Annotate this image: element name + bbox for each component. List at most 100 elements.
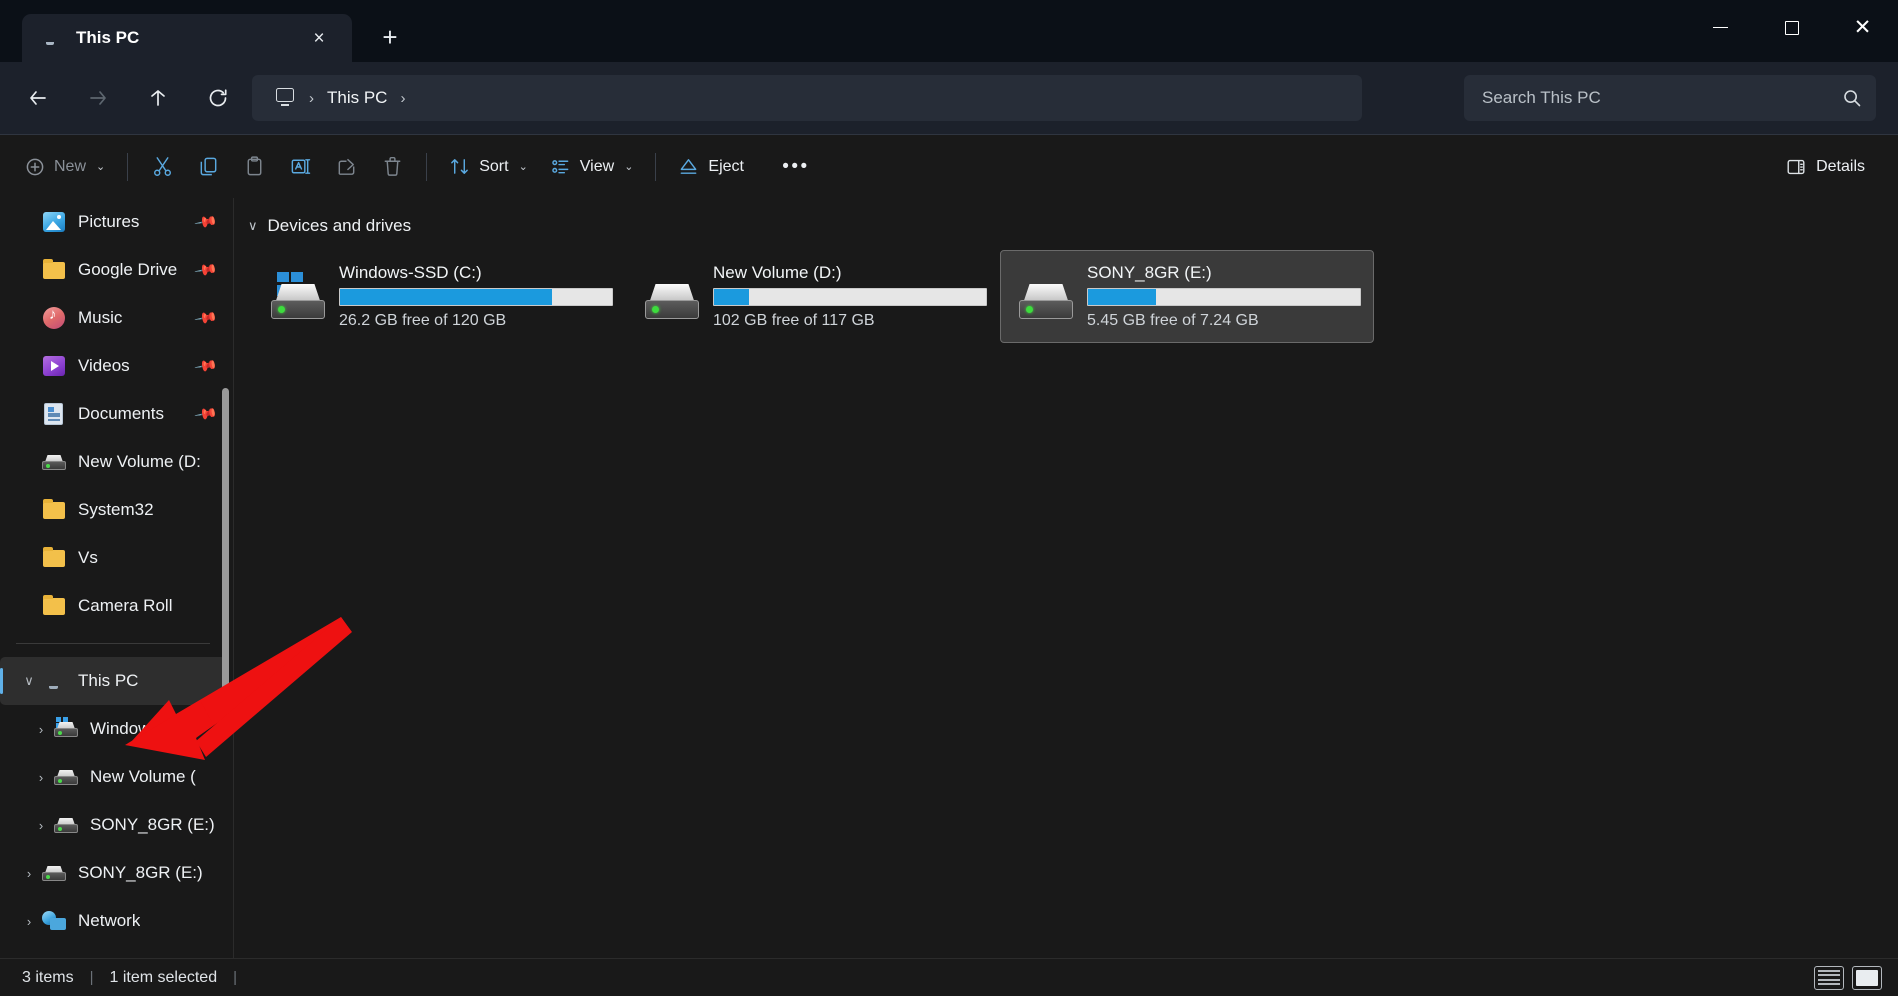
sidebar-item-label: SONY_8GR (E:) bbox=[78, 863, 203, 882]
sidebar-item-this-pc[interactable]: ∨ This PC bbox=[0, 657, 226, 705]
copy-button[interactable] bbox=[185, 145, 231, 189]
sidebar-item-network[interactable]: › Network bbox=[0, 897, 226, 945]
sidebar-item-label: System32 bbox=[78, 500, 154, 519]
share-button[interactable] bbox=[323, 145, 369, 189]
tab-this-pc[interactable]: This PC × bbox=[22, 14, 352, 62]
windows-drive-icon bbox=[54, 717, 78, 741]
forward-button[interactable] bbox=[74, 74, 122, 122]
sidebar-item-label: This PC bbox=[78, 671, 139, 690]
address-bar[interactable]: › This PC › bbox=[252, 75, 1362, 121]
sidebar-item-windows-ssd[interactable]: › Windows-SSD bbox=[0, 705, 226, 753]
twisty-icon: › bbox=[16, 503, 42, 518]
twisty-icon: › bbox=[16, 263, 42, 278]
windows-drive-icon bbox=[267, 271, 329, 320]
breadcrumb-root[interactable] bbox=[266, 80, 305, 116]
pin-icon: 📌 bbox=[193, 306, 219, 331]
sidebar-item-documents[interactable]: › Documents 📌 bbox=[0, 390, 226, 438]
pin-icon: 📌 bbox=[193, 210, 219, 235]
twisty-icon: › bbox=[16, 455, 42, 470]
folder-icon bbox=[42, 594, 66, 618]
chevron-right-icon[interactable]: › bbox=[28, 818, 54, 833]
view-label: View bbox=[579, 157, 615, 175]
search-placeholder: Search This PC bbox=[1482, 88, 1601, 107]
more-options-button[interactable]: ••• bbox=[773, 145, 819, 189]
drive-icon bbox=[1015, 274, 1077, 320]
drive-name: New Volume (D:) bbox=[713, 263, 842, 282]
details-pane-button[interactable]: Details bbox=[1774, 145, 1876, 189]
view-button[interactable]: View ⌄ bbox=[539, 145, 645, 189]
title-bar: This PC × + ✕ bbox=[0, 0, 1898, 62]
chevron-right-icon[interactable]: › bbox=[28, 722, 54, 737]
sidebar-item-new-volume-tree[interactable]: › New Volume ( bbox=[0, 753, 226, 801]
drive-tile-new-volume[interactable]: New Volume (D:) 102 GB free of 117 GB bbox=[626, 250, 1000, 343]
toolbar-right-group: Details bbox=[1774, 145, 1876, 189]
maximize-button[interactable] bbox=[1756, 0, 1827, 55]
capacity-bar bbox=[1087, 288, 1361, 306]
drive-capacity-text: 26.2 GB free of 120 GB bbox=[339, 312, 507, 329]
close-window-button[interactable]: ✕ bbox=[1827, 0, 1898, 55]
drive-tile-sony-8gr[interactable]: SONY_8GR (E:) 5.45 GB free of 7.24 GB bbox=[1000, 250, 1374, 343]
drive-tile-windows-ssd[interactable]: Windows-SSD (C:) 26.2 GB free of 120 GB bbox=[252, 250, 626, 343]
search-icon[interactable] bbox=[1842, 88, 1862, 108]
paste-button[interactable] bbox=[231, 145, 277, 189]
cut-button[interactable] bbox=[139, 145, 185, 189]
chevron-down-icon[interactable]: ∨ bbox=[16, 673, 42, 689]
sort-button[interactable]: Sort ⌄ bbox=[438, 145, 539, 189]
capacity-bar bbox=[339, 288, 613, 306]
devices-group-header[interactable]: ∨ Devices and drives bbox=[234, 198, 1898, 242]
chevron-right-icon[interactable]: › bbox=[28, 770, 54, 785]
sidebar-item-videos[interactable]: › Videos 📌 bbox=[0, 342, 226, 390]
search-input[interactable]: Search This PC bbox=[1464, 75, 1876, 121]
back-button[interactable] bbox=[14, 74, 62, 122]
navigation-pane[interactable]: › Pictures 📌 › Google Drive 📌 › Music 📌 … bbox=[0, 198, 234, 958]
item-count: 3 items bbox=[22, 968, 74, 986]
details-label: Details bbox=[1816, 157, 1865, 175]
folder-icon bbox=[42, 498, 66, 522]
drive-tiles: Windows-SSD (C:) 26.2 GB free of 120 GB … bbox=[234, 242, 1898, 343]
close-icon[interactable]: × bbox=[302, 21, 336, 55]
refresh-button[interactable] bbox=[194, 74, 242, 122]
sidebar-scrollbar[interactable] bbox=[222, 388, 229, 708]
sidebar-item-pictures[interactable]: › Pictures 📌 bbox=[0, 198, 226, 246]
sidebar-item-google-drive[interactable]: › Google Drive 📌 bbox=[0, 246, 226, 294]
sidebar-item-sony-8gr-tree[interactable]: › SONY_8GR (E:) bbox=[0, 801, 226, 849]
new-tab-button[interactable]: + bbox=[368, 15, 412, 59]
sidebar-item-label: New Volume (D: bbox=[78, 452, 201, 471]
toolbar-divider-2 bbox=[426, 152, 428, 181]
command-toolbar: New ⌄ Sort ⌄ View ⌄ Eject ••• Details bbox=[0, 134, 1898, 198]
breadcrumb-current[interactable]: This PC bbox=[318, 80, 396, 116]
chevron-right-icon[interactable]: › bbox=[16, 866, 42, 881]
toolbar-divider bbox=[127, 152, 129, 181]
breadcrumb-separator-2[interactable]: › bbox=[396, 83, 409, 113]
minimize-button[interactable] bbox=[1685, 0, 1756, 55]
capacity-bar bbox=[713, 288, 987, 306]
delete-button[interactable] bbox=[369, 145, 415, 189]
eject-button[interactable]: Eject bbox=[667, 145, 755, 189]
drive-icon bbox=[42, 861, 66, 885]
sidebar-item-vs[interactable]: › Vs bbox=[0, 534, 226, 582]
sidebar-item-new-volume-d[interactable]: › New Volume (D: bbox=[0, 438, 226, 486]
list-view-icon[interactable] bbox=[1814, 965, 1844, 990]
drive-capacity-text: 5.45 GB free of 7.24 GB bbox=[1087, 312, 1259, 329]
sidebar-item-camera-roll[interactable]: › Camera Roll bbox=[0, 582, 226, 630]
sidebar-item-music[interactable]: › Music 📌 bbox=[0, 294, 226, 342]
pin-icon: 📌 bbox=[193, 354, 219, 379]
breadcrumb-separator[interactable]: › bbox=[305, 83, 318, 113]
group-title: Devices and drives bbox=[267, 216, 412, 235]
up-button[interactable] bbox=[134, 74, 182, 122]
chevron-down-icon[interactable]: ∨ bbox=[248, 218, 258, 234]
details-view-icon[interactable] bbox=[1852, 965, 1882, 990]
sidebar-item-label: Windows-SSD bbox=[90, 719, 200, 738]
chevron-down-icon: ⌄ bbox=[96, 161, 106, 173]
more-dots-icon: ••• bbox=[782, 156, 810, 177]
sidebar-item-label: Google Drive bbox=[78, 260, 178, 279]
new-button[interactable]: New ⌄ bbox=[14, 145, 116, 189]
sidebar-item-sony-8gr[interactable]: › SONY_8GR (E:) bbox=[0, 849, 226, 897]
drive-name: SONY_8GR (E:) bbox=[1087, 263, 1212, 282]
rename-button[interactable] bbox=[277, 145, 323, 189]
new-label: New bbox=[54, 157, 87, 175]
sort-label: Sort bbox=[479, 157, 509, 175]
sidebar-item-system32[interactable]: › System32 bbox=[0, 486, 226, 534]
sidebar-item-label: Network bbox=[78, 911, 141, 930]
chevron-right-icon[interactable]: › bbox=[16, 914, 42, 929]
